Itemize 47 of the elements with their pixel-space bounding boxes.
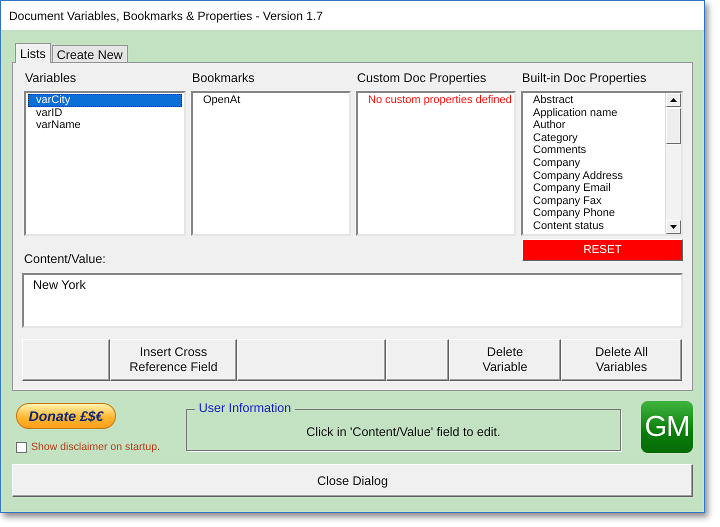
scrollbar[interactable] [665,93,681,234]
list-heading: Variables [24,71,78,87]
checkbox[interactable] [16,442,27,452]
logo: GM [641,401,693,453]
list-box[interactable]: OpenAt [191,91,351,236]
window-title: Document Variables, Bookmarks & Properties - Version 1.7 [1,1,704,30]
scroll-thumb[interactable] [666,108,681,144]
list-item[interactable]: Content status [525,220,663,233]
donate-button[interactable]: Donate £$€ [16,403,116,429]
action-button[interactable]: Delete Variable [449,338,561,381]
up-arrow-icon[interactable] [670,98,677,102]
tab[interactable]: Create New [52,45,128,62]
list-item[interactable]: Comments [525,144,663,157]
list-item[interactable]: varName [28,119,182,132]
action-button[interactable]: Delete All Variables [561,338,682,381]
down-arrow-icon[interactable] [670,224,677,229]
value-field[interactable]: New York [22,272,683,328]
list-item[interactable]: Category [525,132,663,144]
close-button[interactable]: Close Dialog [12,464,693,497]
list-item[interactable]: Author [525,119,663,132]
group-title: User Information [194,401,296,415]
list-item[interactable]: Company Address [525,170,663,182]
list-heading: Built-in Doc Properties [521,71,648,87]
list-item[interactable]: varCity [28,94,182,107]
list-box[interactable]: Abstract Application name Author Category Comments Company Company Address Company Email Company Fax Company Phone Content status [521,91,683,236]
list-heading: Bookmarks [191,71,256,87]
field-label: Content/Value: [24,252,106,267]
list-item[interactable]: Company Phone [525,207,663,220]
list-item[interactable]: Abstract [525,94,663,107]
empty-message: No custom properties defined [367,94,512,107]
list-item[interactable]: Company Fax [525,194,663,208]
tab[interactable]: Lists [15,43,51,63]
list-item[interactable]: varID [28,106,182,120]
info-message: Click in 'Content/Value' field to edit. [306,425,501,439]
list-item[interactable]: Company [525,156,663,170]
list-item[interactable]: OpenAt [195,94,347,107]
list-item[interactable]: Application name [525,106,663,120]
blank-button[interactable] [386,338,449,381]
list-item[interactable]: Company Email [525,182,663,195]
reset-button[interactable]: RESET [522,238,683,261]
list-box[interactable]: No custom properties defined [356,91,516,236]
checkbox-label[interactable]: Show disclaimer on startup. [31,441,160,453]
list-heading: Custom Doc Properties [356,71,488,87]
list-box[interactable]: varCity varID varName [24,91,186,236]
blank-button[interactable] [237,338,386,381]
action-button[interactable]: Insert Cross Reference Field [110,338,237,381]
blank-button[interactable] [22,338,110,381]
